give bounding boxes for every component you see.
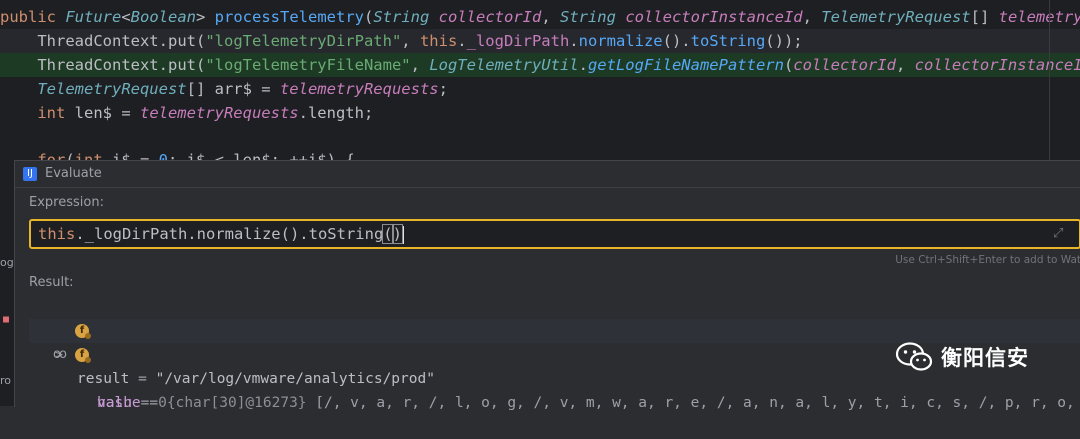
strip-label-2: ro: [0, 374, 12, 387]
code-token: .: [569, 32, 579, 50]
code-token: telemetryRequ: [998, 8, 1080, 26]
code-token: (: [363, 8, 374, 26]
field-eq-hash: =: [131, 395, 159, 411]
code-line-4[interactable]: TelemetryRequest[] arr$ = telemetryReque…: [0, 77, 1080, 101]
code-token: processTelemetry: [214, 8, 364, 26]
code-token: int: [37, 104, 75, 122]
code-token: ThreadContext.: [0, 32, 168, 50]
code-token: .: [578, 56, 588, 74]
code-token: ThreadContext.: [0, 56, 168, 74]
code-token: "logTelemetryDirPath": [205, 32, 402, 50]
code-token: LogTelemetryUtil: [429, 56, 579, 74]
strip-label-1: og: [0, 256, 14, 269]
code-token: ());: [765, 32, 803, 50]
result-name: result: [77, 371, 130, 387]
code-line-3[interactable]: ThreadContext.put("logTelemetryFileName"…: [0, 53, 1080, 77]
result-label: Result:: [29, 275, 74, 290]
stop-icon[interactable]: ■: [3, 314, 11, 325]
code-editor[interactable]: public Future<Boolean> processTelemetry(…: [0, 0, 1080, 160]
code-token: normalize: [578, 32, 663, 50]
code-token: TelemetryRequest: [821, 8, 971, 26]
code-token: Future: [65, 8, 122, 26]
code-token: [] arr$ =: [186, 80, 280, 98]
code-token: ,: [410, 56, 430, 74]
code-token: .length;: [298, 104, 374, 122]
code-token: ,: [802, 8, 822, 26]
dialog-title: Evaluate: [45, 166, 102, 181]
expression-close-paren: ): [391, 224, 404, 244]
code-line-5[interactable]: int len$ = telemetryRequests.length;: [0, 101, 1080, 125]
wechat-icon: [895, 342, 933, 371]
code-line-6[interactable]: [0, 125, 1080, 149]
code-token: collectorId: [438, 8, 542, 26]
field-type-value: {char[30]@16273}: [166, 395, 316, 411]
code-token: (: [195, 56, 206, 74]
code-token: collectorInstanceId: [625, 8, 803, 26]
right-margin-guide: [1049, 0, 1050, 160]
code-token: ;: [438, 80, 448, 98]
code-token: collectorId: [793, 56, 896, 74]
code-token: int: [74, 151, 112, 160]
code-token: Boolean: [130, 8, 196, 26]
watermark: 衡阳信安: [895, 337, 1029, 377]
code-token: ,: [541, 8, 560, 26]
code-line-7[interactable]: for(int i$ = 0; i$ < len$; ++i$) {: [0, 148, 1080, 160]
code-token: put: [167, 32, 196, 50]
code-token: getLogFileNamePattern: [587, 56, 784, 74]
code-token: telemetryRequests: [139, 104, 299, 122]
code-token: len$ =: [74, 104, 140, 122]
left-tool-strip: og ■ ro: [0, 160, 14, 406]
result-eq: =: [129, 371, 156, 387]
code-token: String: [559, 8, 626, 26]
code-token: put: [167, 56, 196, 74]
field-name-hash: hash: [97, 395, 132, 411]
dialog-titlebar[interactable]: IJ Evaluate: [15, 161, 1080, 188]
code-token: 0: [158, 151, 169, 160]
code-token: toString: [690, 32, 766, 50]
code-token: public: [0, 8, 66, 26]
code-token: ,: [895, 56, 915, 74]
expression-input[interactable]: this._logDirPath.normalize().toString() …: [29, 219, 1080, 249]
tree-row-result[interactable]: ∨ oo result = "/var/log/vmware/analytics…: [29, 295, 1080, 387]
code-token: (: [783, 56, 794, 74]
code-token: .: [457, 32, 467, 50]
expand-icon[interactable]: ⤢: [1053, 227, 1067, 241]
code-token: i$ =: [112, 151, 159, 160]
code-token: telemetryRequests: [279, 80, 439, 98]
code-token: ; i$ < len$; ++i$) {: [168, 151, 355, 160]
code-token: for: [37, 151, 66, 160]
code-token: (: [65, 151, 75, 160]
expression-keyword: this: [38, 225, 76, 243]
code-token: []: [970, 8, 999, 26]
code-token: TelemetryRequest: [37, 80, 187, 98]
code-token: this: [419, 32, 458, 50]
code-token: ().: [662, 32, 691, 50]
code-token: "logTelemetryFileName": [205, 56, 411, 74]
code-token: (: [195, 32, 206, 50]
expression-body: ._logDirPath.normalize().toString: [75, 225, 384, 243]
code-token: >: [196, 8, 215, 26]
field-chars-value: [/, v, a, r, /, l, o, g, /, v, m, w, a, …: [315, 395, 1080, 411]
expression-open-paren: (: [382, 224, 394, 244]
expression-label: Expression:: [29, 195, 104, 210]
code-token: String: [373, 8, 439, 26]
code-line-1[interactable]: public Future<Boolean> processTelemetry(…: [0, 5, 1080, 29]
code-token: _logDirPath: [466, 32, 570, 50]
expression-text[interactable]: this._logDirPath.normalize().toString(): [38, 221, 404, 247]
text-caret: [401, 225, 404, 244]
result-value: "/var/log/vmware/analytics/prod": [155, 371, 435, 387]
shortcut-hint: Use Ctrl+Shift+Enter to add to Wat: [895, 254, 1080, 266]
code-token: collectorInstanceId: [914, 56, 1080, 74]
code-token: <: [121, 8, 131, 26]
intellij-app-icon: IJ: [23, 167, 37, 181]
code-line-2[interactable]: ThreadContext.put("logTelemetryDirPath",…: [0, 29, 1080, 53]
field-value-hash: 0: [158, 395, 167, 411]
code-token: ,: [401, 32, 420, 50]
field-icon: f: [75, 324, 91, 339]
field-icon: f: [75, 348, 91, 363]
watermark-text: 衡阳信安: [941, 346, 1029, 370]
